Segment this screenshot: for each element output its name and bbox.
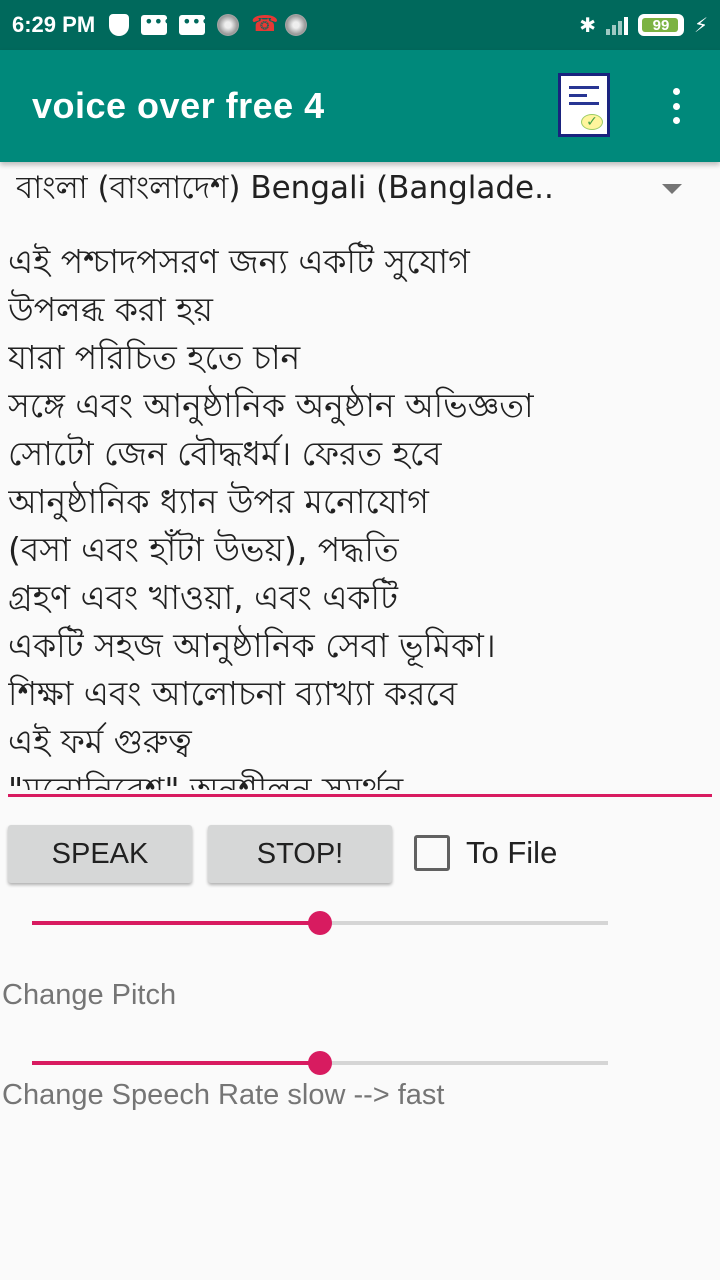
checkmark-icon: ✓ [581,114,603,130]
editor-line: সঙ্গে এবং আনুষ্ঠানিক অনুষ্ঠান অভিজ্ঞতা [8,386,534,425]
message-icon [141,12,172,35]
document-check-icon[interactable]: ✓ [558,73,610,137]
charging-icon: ⚡ [693,13,708,37]
rate-label: Change Speech Rate slow --> fast [2,1079,445,1111]
to-file-label: To File [466,835,558,870]
slider-thumb[interactable] [308,1051,332,1075]
battery-level: 99 [652,16,670,34]
app-bar: voice over free 4 ✓ [0,50,720,162]
slider-fill [32,921,320,925]
editor-line: উপলব্ধ করা হয় [8,290,213,329]
rate-slider[interactable] [32,1043,608,1083]
editor-line: এই পশ্চাদপসরণ জন্য একটি সুযোগ [8,242,470,281]
slider-thumb[interactable] [308,911,332,935]
battery-icon: 99 [637,14,684,36]
speak-button[interactable]: SPEAK [8,825,192,883]
editor-line: আনুষ্ঠানিক ধ্যান উপর মনোযোগ [8,482,429,521]
circle-dot-icon [217,14,240,36]
shield-icon [109,14,130,36]
editor-line: গ্রহণ এবং খাওয়া, এবং একটি [8,578,398,617]
bluetooth-icon: ✱ [579,13,596,37]
slider-fill [32,1061,320,1065]
editor-line: সোটো জেন বৌদ্ধধর্ম। ফেরত হবে [8,434,442,473]
message-icon [179,12,210,35]
pitch-slider[interactable] [32,903,608,943]
editor-underline [8,794,712,797]
dropdown-arrow-icon [662,184,682,194]
language-spinner-value: বাংলা (বাংলাদেশ) Bengali (Banglade.. [16,170,554,206]
language-spinner[interactable]: বাংলা (বাংলাদেশ) Bengali (Banglade.. [0,162,720,218]
editor-line: শিক্ষা এবং আলোচনা ব্যাখ্যা করবে [8,674,458,713]
missed-call-icon: ☎ [251,12,279,37]
editor-line: যারা পরিচিত হতে চান [8,338,301,377]
pitch-label: Change Pitch [2,979,177,1011]
app-title: voice over free 4 [32,85,325,126]
editor-line: এই ফর্ম গুরুত্ব [8,722,192,761]
to-file-checkbox[interactable]: To File [414,835,557,871]
checkbox-box[interactable] [414,835,450,871]
circle-dot-icon [285,14,308,36]
status-time: 6:29 PM [12,12,96,37]
status-icons-right: ✱ 99 ⚡ [579,13,708,37]
status-bar: 6:29 PM ☎ ✱ 99 ⚡ [0,0,720,50]
signal-icon [605,15,628,35]
overflow-menu-icon[interactable] [664,88,688,124]
status-icons-left: ☎ [109,12,308,37]
editor-line: "মনোনিবেশ" অনুশীলন সমর্থন [8,770,404,790]
text-editor[interactable]: এই পশ্চাদপসরণ জন্য একটি সুযোগ উপলব্ধ করা… [8,238,712,790]
editor-line: (বসা এবং হাঁটা উভয়), পদ্ধতি [8,530,399,569]
editor-line: একটি সহজ আনুষ্ঠানিক সেবা ভূমিকা। [8,626,496,665]
stop-button[interactable]: STOP! [208,825,392,883]
